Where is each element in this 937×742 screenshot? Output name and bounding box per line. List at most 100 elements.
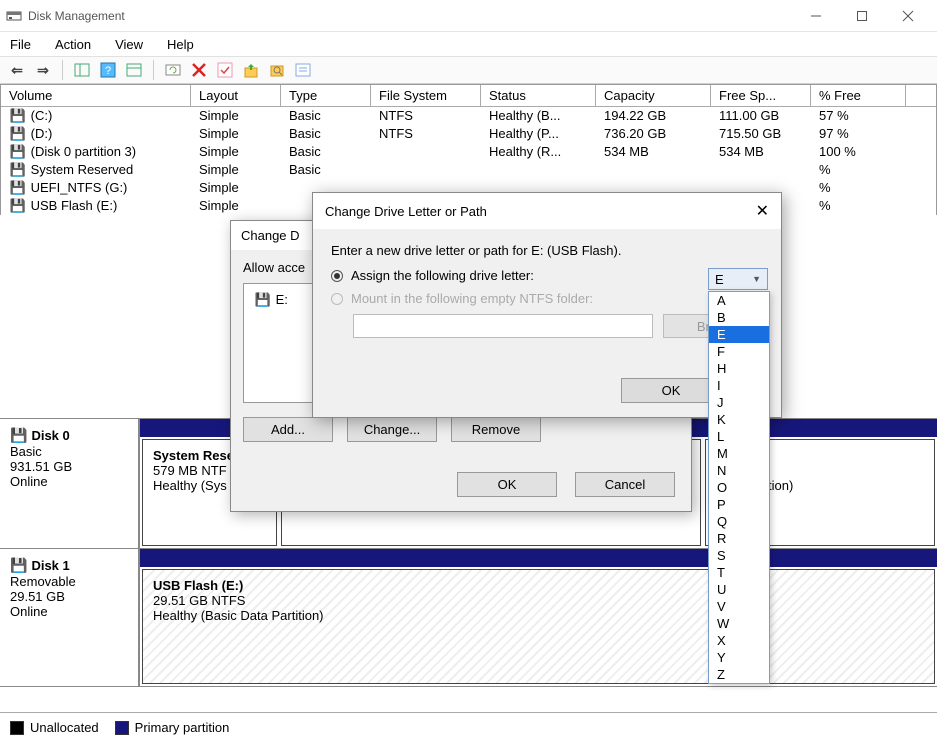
menu-action[interactable]: Action	[55, 37, 91, 52]
col-layout[interactable]: Layout	[191, 85, 281, 107]
menu-file[interactable]: File	[10, 37, 31, 52]
drive-letter-option[interactable]: M	[709, 445, 769, 462]
col-capacity[interactable]: Capacity	[596, 85, 711, 107]
table-row[interactable]: 💾 System ReservedSimpleBasic%	[1, 161, 936, 179]
col-pct[interactable]: % Free	[811, 85, 906, 107]
minimize-button[interactable]	[793, 1, 839, 31]
drive-icon: 💾	[254, 292, 272, 308]
legend-primary: Primary partition	[135, 720, 230, 735]
drive-letter-option[interactable]: K	[709, 411, 769, 428]
upload-icon[interactable]	[240, 59, 262, 81]
drive-letter-option[interactable]: P	[709, 496, 769, 513]
menubar: File Action View Help	[0, 32, 937, 56]
maximize-button[interactable]	[839, 1, 885, 31]
properties-icon[interactable]	[292, 59, 314, 81]
help-icon[interactable]: ?	[97, 59, 119, 81]
menu-view[interactable]: View	[115, 37, 143, 52]
modal2-ok-button[interactable]: OK	[621, 378, 721, 403]
p1-1-l2: 29.51 GB NTFS	[153, 593, 245, 608]
p0-1-l3: Healthy (Sys	[153, 478, 227, 493]
delete-icon[interactable]	[188, 59, 210, 81]
disk0-size: 931.51 GB	[10, 459, 128, 474]
path-entry: E:	[276, 292, 288, 307]
drive-select-value: E	[715, 272, 724, 287]
radio-mount	[331, 293, 343, 305]
drive-letter-select[interactable]: E ▼	[708, 268, 768, 290]
table-row[interactable]: 💾 (C:)SimpleBasicNTFSHealthy (B...194.22…	[1, 107, 936, 125]
disk-icon: 💾	[10, 427, 27, 443]
col-type[interactable]: Type	[281, 85, 371, 107]
menu-help[interactable]: Help	[167, 37, 194, 52]
radio-assign[interactable]	[331, 270, 343, 282]
disk1-state: Online	[10, 604, 128, 619]
disk1-label: Disk 1	[31, 558, 69, 573]
chevron-down-icon: ▼	[752, 274, 761, 284]
drive-letter-option[interactable]: J	[709, 394, 769, 411]
drive-letter-listbox[interactable]: ABEFHIJKLMNOPQRSTUVWXYZ	[708, 291, 770, 684]
forward-icon[interactable]: ⇒	[32, 59, 54, 81]
opt-mount-label: Mount in the following empty NTFS folder…	[351, 291, 593, 306]
drive-letter-option[interactable]: Y	[709, 649, 769, 666]
modal1-ok-button[interactable]: OK	[457, 472, 557, 497]
drive-letter-option[interactable]: W	[709, 615, 769, 632]
drive-letter-option[interactable]: S	[709, 547, 769, 564]
col-free[interactable]: Free Sp...	[711, 85, 811, 107]
opt-assign-label: Assign the following drive letter:	[351, 268, 534, 283]
disk-row-1: 💾 Disk 1 Removable 29.51 GB Online USB Fl…	[0, 549, 937, 687]
window-title: Disk Management	[28, 9, 125, 23]
mount-path-input	[353, 314, 653, 338]
drive-letter-option[interactable]: L	[709, 428, 769, 445]
app-icon	[6, 8, 22, 24]
col-volume[interactable]: Volume	[1, 85, 191, 107]
disk0-label: Disk 0	[31, 428, 69, 443]
check-icon[interactable]	[214, 59, 236, 81]
drive-letter-option[interactable]: Z	[709, 666, 769, 683]
modal1-cancel-button[interactable]: Cancel	[575, 472, 675, 497]
p1-1-title: USB Flash (E:)	[153, 578, 243, 593]
drive-letter-option[interactable]: R	[709, 530, 769, 547]
p0-1-l2: 579 MB NTF	[153, 463, 227, 478]
col-fs[interactable]: File System	[371, 85, 481, 107]
back-icon[interactable]: ⇐	[6, 59, 28, 81]
change-button[interactable]: Change...	[347, 417, 437, 442]
drive-letter-option[interactable]: I	[709, 377, 769, 394]
disk1-size: 29.51 GB	[10, 589, 128, 604]
drive-letter-option[interactable]: X	[709, 632, 769, 649]
svg-text:?: ?	[105, 65, 111, 77]
drive-letter-option[interactable]: H	[709, 360, 769, 377]
drive-letter-option[interactable]: Q	[709, 513, 769, 530]
drive-letter-option[interactable]: F	[709, 343, 769, 360]
swatch-primary	[115, 721, 129, 735]
drive-letter-option[interactable]: E	[709, 326, 769, 343]
drive-letter-option[interactable]: V	[709, 598, 769, 615]
disk0-type: Basic	[10, 444, 128, 459]
console-tree-icon[interactable]	[71, 59, 93, 81]
modal2-instruction: Enter a new drive letter or path for E: …	[331, 243, 763, 258]
table-row[interactable]: 💾 (D:)SimpleBasicNTFSHealthy (P...736.20…	[1, 125, 936, 143]
partition-usb[interactable]: USB Flash (E:) 29.51 GB NTFS Healthy (Ba…	[142, 569, 935, 684]
disk1-type: Removable	[10, 574, 128, 589]
table-row[interactable]: 💾 (Disk 0 partition 3)SimpleBasicHealthy…	[1, 143, 936, 161]
search-icon[interactable]	[266, 59, 288, 81]
legend: Unallocated Primary partition	[0, 712, 937, 742]
drive-letter-option[interactable]: U	[709, 581, 769, 598]
titlebar: Disk Management	[0, 0, 937, 32]
p0-1-title: System Rese	[153, 448, 234, 463]
drive-letter-option[interactable]: B	[709, 309, 769, 326]
drive-letter-option[interactable]: T	[709, 564, 769, 581]
drive-letter-option[interactable]: N	[709, 462, 769, 479]
close-icon[interactable]: ✕	[756, 201, 769, 221]
swatch-unallocated	[10, 721, 24, 735]
drive-letter-option[interactable]: O	[709, 479, 769, 496]
disk1-stripe	[140, 549, 937, 567]
col-status[interactable]: Status	[481, 85, 596, 107]
legend-unallocated: Unallocated	[30, 720, 99, 735]
modal2-title: Change Drive Letter or Path	[325, 204, 487, 219]
add-button[interactable]: Add...	[243, 417, 333, 442]
drive-letter-option[interactable]: A	[709, 292, 769, 309]
close-button[interactable]	[885, 1, 931, 31]
properties-icon-2[interactable]	[123, 59, 145, 81]
disk-icon: 💾	[10, 557, 27, 573]
remove-button[interactable]: Remove	[451, 417, 541, 442]
refresh-icon[interactable]	[162, 59, 184, 81]
